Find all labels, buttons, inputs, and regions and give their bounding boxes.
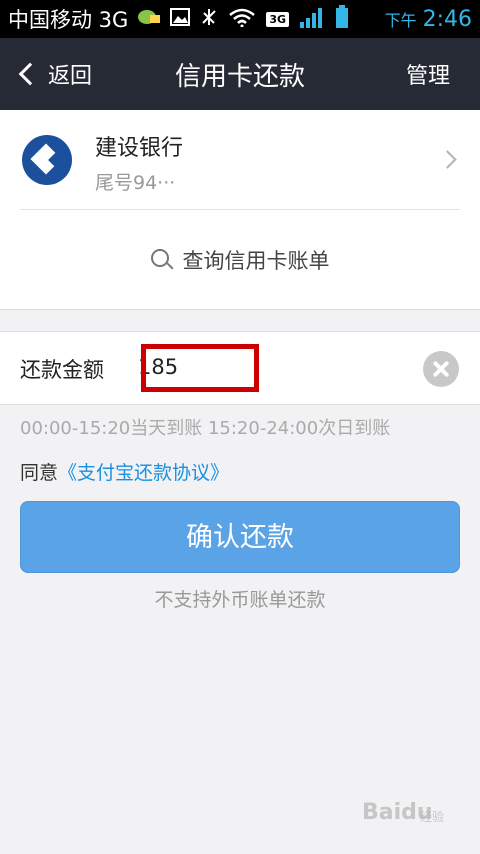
- card-section: 查询信用卡账单: [0, 110, 480, 310]
- wifi-icon: [228, 7, 256, 31]
- foreign-currency-note: 不支持外币账单还款: [154, 589, 326, 611]
- battery-icon: [335, 5, 349, 33]
- carrier-label: 中国移动 3G: [8, 8, 129, 32]
- network-badge: 3G: [266, 11, 289, 27]
- ampm-label: 下午: [384, 11, 417, 30]
- manage-button[interactable]: 管理: [406, 38, 450, 110]
- bank-card-row[interactable]: [0, 110, 480, 210]
- amount-input[interactable]: [138, 347, 378, 387]
- watermark-sub: 经验: [420, 810, 445, 824]
- back-button[interactable]: 返回: [16, 38, 92, 110]
- confirm-repay-button[interactable]: 确认还款: [20, 501, 460, 573]
- message-icon: [138, 9, 161, 29]
- chevron-right-icon: [438, 150, 457, 169]
- image-icon: [170, 8, 191, 30]
- signal-icon: [299, 6, 325, 32]
- ccb-logo-icon: [22, 135, 72, 185]
- arrival-time-note: 00:00-15:20当天到账 15:20-24:00次日到账: [20, 418, 391, 439]
- clock: 2:46: [422, 6, 472, 32]
- card-tail-number: 尾号94···: [95, 172, 176, 194]
- amount-label: 还款金额: [20, 358, 104, 382]
- agreement-row: 同意《支付宝还款协议》: [20, 458, 229, 485]
- title-bar: 返回 信用卡还款 管理: [0, 38, 480, 110]
- amount-section: 还款金额: [0, 331, 480, 405]
- query-bill-button[interactable]: 查询信用卡账单: [0, 210, 480, 310]
- chevron-left-icon: [18, 62, 42, 86]
- status-bar: 中国移动 3G 3G 下午 2:46: [0, 0, 480, 38]
- search-icon: [150, 249, 174, 271]
- bank-name: 建设银行: [95, 136, 184, 161]
- clear-icon[interactable]: [423, 351, 459, 387]
- agreement-prefix: 同意: [20, 462, 59, 484]
- query-bill-label: 查询信用卡账单: [182, 249, 330, 273]
- mute-icon: [200, 7, 218, 31]
- agreement-link[interactable]: 《支付宝还款协议》: [58, 462, 229, 484]
- back-label: 返回: [48, 64, 93, 89]
